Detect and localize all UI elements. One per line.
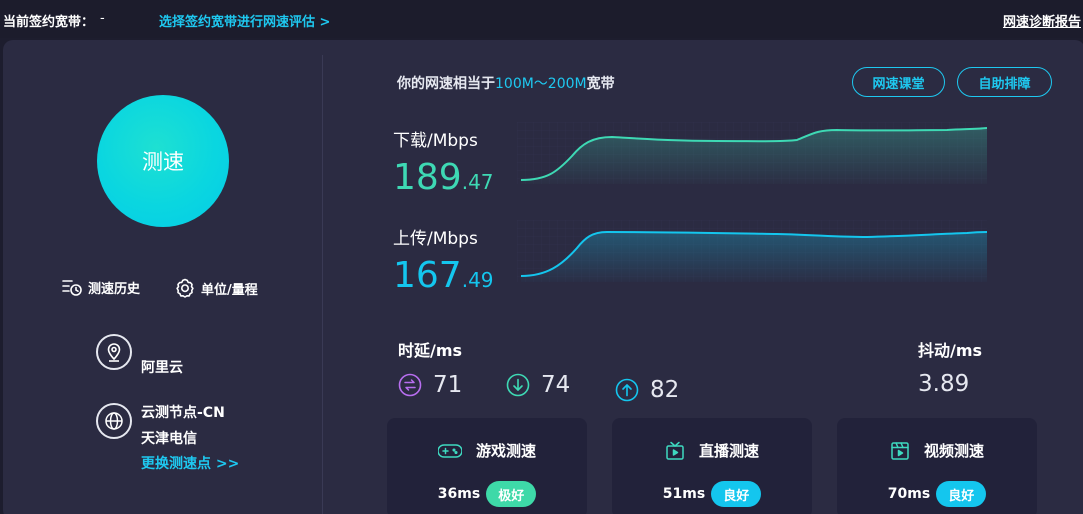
globe-icon bbox=[96, 403, 132, 439]
equivalent-suffix: 宽带 bbox=[586, 76, 615, 92]
upload-chart bbox=[517, 220, 987, 282]
game-test-rating: 极好 bbox=[486, 481, 537, 507]
upload-chart-area bbox=[521, 232, 987, 282]
location-pin-icon bbox=[96, 334, 132, 370]
change-node-link[interactable]: 更换测速点 >> bbox=[141, 453, 239, 473]
gear-icon bbox=[176, 278, 194, 298]
equivalent-range: 100M～200M bbox=[495, 76, 587, 92]
gamepad-icon bbox=[437, 443, 462, 458]
arrow-up-icon bbox=[615, 378, 639, 402]
video-test-rating: 良好 bbox=[936, 481, 987, 507]
live-test-ms: 51ms bbox=[662, 486, 706, 502]
live-test-title: 直播测速 bbox=[698, 442, 759, 460]
jitter-value: 3.89 bbox=[918, 371, 970, 397]
upload-dec: .49 bbox=[461, 268, 494, 292]
latency-up: 82 bbox=[615, 377, 679, 403]
speed-equivalent-text: 你的网速相当于100M～200M宽带 bbox=[397, 73, 615, 93]
top-bar: 当前签约宽带： - 选择签约宽带进行网速评估 > 网速诊断报告 bbox=[0, 0, 1083, 38]
bandwidth-label: 当前签约宽带： bbox=[3, 15, 95, 30]
speed-report-link[interactable]: 网速诊断报告 bbox=[1003, 11, 1081, 30]
jitter-title: 抖动/ms bbox=[918, 341, 983, 360]
download-int: 189 bbox=[393, 157, 462, 198]
game-test-title: 游戏测速 bbox=[475, 442, 536, 460]
equivalent-prefix: 你的网速相当于 bbox=[397, 76, 495, 92]
upload-label: 上传/Mbps bbox=[393, 229, 478, 249]
latency-avg-value: 71 bbox=[433, 372, 463, 398]
latency-up-value: 82 bbox=[650, 377, 680, 403]
upload-int: 167 bbox=[393, 255, 462, 296]
swap-arrows-icon bbox=[398, 373, 422, 397]
latency-down-value: 74 bbox=[541, 372, 571, 398]
upload-value: 167.49 bbox=[393, 255, 494, 296]
start-speed-test-button[interactable]: 测速 bbox=[97, 95, 229, 227]
live-test-card[interactable]: 直播测速 51ms 良好 bbox=[612, 418, 812, 514]
download-chart bbox=[517, 122, 987, 184]
bandwidth-value: - bbox=[100, 11, 105, 26]
download-dec: .47 bbox=[461, 170, 494, 194]
live-test-rating: 良好 bbox=[711, 481, 762, 507]
game-test-card[interactable]: 游戏测速 36ms 极好 bbox=[387, 418, 587, 514]
download-label: 下载/Mbps bbox=[393, 131, 478, 151]
game-test-ms: 36ms bbox=[437, 486, 481, 502]
video-test-ms: 70ms bbox=[887, 486, 931, 502]
provider-name: 阿里云 bbox=[141, 360, 183, 376]
history-icon bbox=[62, 280, 82, 296]
video-test-title: 视频测速 bbox=[923, 442, 984, 460]
latency-title: 时延/ms bbox=[398, 341, 463, 360]
node-name: 云测节点-CN bbox=[141, 405, 225, 421]
select-bandwidth-link[interactable]: 选择签约宽带进行网速评估 > bbox=[159, 11, 330, 30]
tv-icon bbox=[666, 441, 684, 460]
latency-down: 74 bbox=[506, 372, 570, 398]
latency-avg: 71 bbox=[398, 372, 462, 398]
film-icon bbox=[891, 441, 909, 460]
speed-course-button[interactable]: 网速课堂 bbox=[852, 67, 945, 97]
download-value: 189.47 bbox=[393, 157, 494, 198]
arrow-down-icon bbox=[506, 373, 530, 397]
units-button[interactable]: 单位/量程 bbox=[174, 277, 258, 299]
history-label: 测速历史 bbox=[88, 281, 141, 297]
self-help-button[interactable]: 自助排障 bbox=[957, 67, 1052, 97]
history-button[interactable]: 测速历史 bbox=[61, 277, 140, 297]
node-isp: 天津电信 bbox=[141, 431, 197, 447]
panel-divider bbox=[322, 55, 323, 514]
units-label: 单位/量程 bbox=[201, 282, 258, 298]
video-test-card[interactable]: 视频测速 70ms 良好 bbox=[837, 418, 1037, 514]
